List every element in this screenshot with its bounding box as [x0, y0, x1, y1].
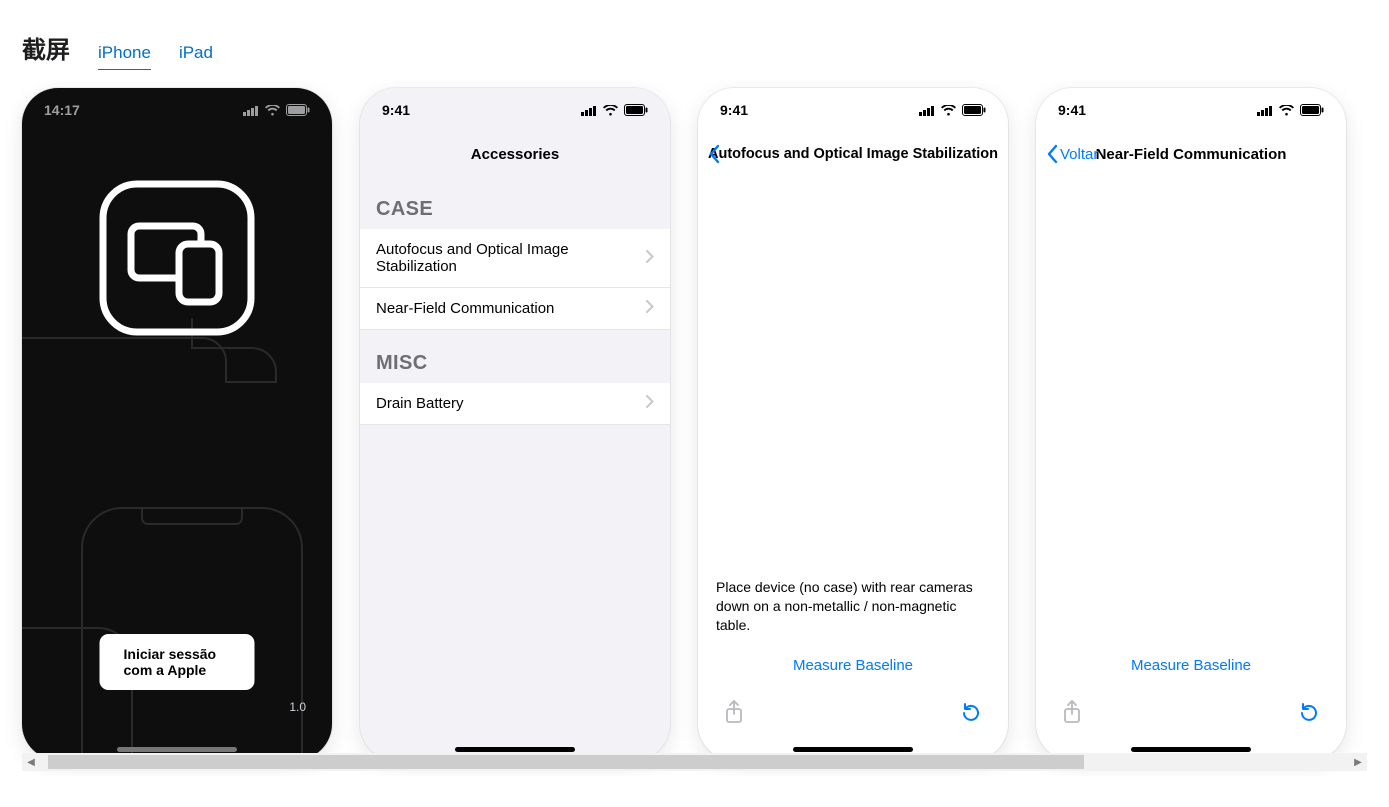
- wifi-icon: [1279, 105, 1294, 116]
- chevron-left-icon: [708, 144, 720, 164]
- scroll-left-cap[interactable]: ◀: [22, 753, 40, 771]
- screenshot-3[interactable]: 9:41 Autofocus and Optical Image Stabili…: [698, 88, 1008, 760]
- screenshot-4[interactable]: 9:41 Voltar Near-Field Communication Mea…: [1036, 88, 1346, 760]
- back-button[interactable]: [708, 144, 720, 164]
- nav-title: Near-Field Communication: [1096, 146, 1287, 163]
- share-icon: [1062, 700, 1082, 724]
- cell-autofocus-ois[interactable]: Autofocus and Optical Image Stabilizatio…: [360, 229, 670, 288]
- battery-icon: [962, 104, 986, 116]
- app-logo: [97, 178, 257, 338]
- cell-drain-battery[interactable]: Drain Battery: [360, 383, 670, 425]
- wifi-icon: [265, 105, 280, 116]
- toolbar: [1036, 690, 1346, 734]
- toolbar: [698, 690, 1008, 734]
- scrollbar-thumb[interactable]: [48, 755, 1084, 769]
- home-indicator: [455, 747, 575, 752]
- bottom-content: Place device (no case) with rear cameras…: [698, 578, 1008, 674]
- status-time: 9:41: [1058, 102, 1086, 118]
- screenshot-2[interactable]: 9:41 Accessories CASE Autofocus and Opti…: [360, 88, 670, 760]
- status-icons: [1257, 104, 1324, 116]
- wifi-icon: [603, 105, 618, 116]
- chevron-right-icon: [646, 300, 654, 317]
- battery-icon: [624, 104, 648, 116]
- signal-icon: [243, 105, 259, 116]
- nav-bar: Accessories: [360, 132, 670, 176]
- status-time: 9:41: [720, 102, 748, 118]
- sign-in-apple-button[interactable]: Iniciar sessão com a Apple: [100, 634, 255, 690]
- measure-baseline-button[interactable]: Measure Baseline: [1054, 657, 1328, 674]
- status-bar: 9:41: [698, 88, 1008, 132]
- share-button[interactable]: [724, 700, 744, 724]
- status-time: 14:17: [44, 102, 80, 118]
- signal-icon: [581, 105, 597, 116]
- refresh-button[interactable]: [1298, 701, 1320, 723]
- cell-label: Autofocus and Optical Image Stabilizatio…: [376, 241, 646, 275]
- nav-bar: Voltar Near-Field Communication: [1036, 132, 1346, 176]
- settings-list: CASE Autofocus and Optical Image Stabili…: [360, 176, 670, 760]
- scroll-right-cap[interactable]: ▶: [1349, 753, 1367, 771]
- back-button[interactable]: Voltar: [1046, 144, 1098, 164]
- cell-nfc[interactable]: Near-Field Communication: [360, 288, 670, 330]
- home-indicator: [1131, 747, 1251, 752]
- screenshot-gallery: 14:17: [22, 80, 1346, 764]
- chevron-right-icon: [646, 250, 654, 267]
- share-button[interactable]: [1062, 700, 1082, 724]
- cell-label: Drain Battery: [376, 395, 464, 412]
- app-version-label: 1.0: [289, 700, 306, 714]
- signal-icon: [1257, 105, 1273, 116]
- tab-ipad[interactable]: iPad: [179, 43, 213, 69]
- home-indicator: [793, 747, 913, 752]
- refresh-button[interactable]: [960, 701, 982, 723]
- nav-title: Accessories: [471, 146, 559, 163]
- battery-icon: [286, 104, 310, 116]
- tab-iphone[interactable]: iPhone: [98, 43, 151, 70]
- screenshot-gallery-scroll[interactable]: 14:17: [0, 80, 1389, 776]
- wifi-icon: [941, 105, 956, 116]
- status-bar: 9:41: [360, 88, 670, 132]
- share-icon: [724, 700, 744, 724]
- cell-label: Near-Field Communication: [376, 300, 554, 317]
- nav-title: Autofocus and Optical Image Stabilizatio…: [708, 146, 998, 162]
- screenshot-1[interactable]: 14:17: [22, 88, 332, 760]
- screenshots-header: 截屏 iPhone iPad: [0, 0, 1389, 80]
- refresh-icon: [1298, 701, 1320, 723]
- horizontal-scrollbar[interactable]: ◀ ▶: [22, 753, 1367, 771]
- home-indicator: [117, 747, 237, 752]
- bottom-content: Measure Baseline: [1036, 657, 1346, 674]
- battery-icon: [1300, 104, 1324, 116]
- nav-bar: Autofocus and Optical Image Stabilizatio…: [698, 132, 1008, 176]
- signal-icon: [919, 105, 935, 116]
- status-bar: 14:17: [22, 88, 332, 132]
- status-icons: [243, 104, 310, 116]
- group-header-misc: MISC: [360, 330, 670, 383]
- refresh-icon: [960, 701, 982, 723]
- instruction-text: Place device (no case) with rear cameras…: [716, 578, 990, 635]
- chevron-right-icon: [646, 395, 654, 412]
- sign-in-label: Iniciar sessão com a Apple: [124, 646, 237, 678]
- status-icons: [581, 104, 648, 116]
- status-time: 9:41: [382, 102, 410, 118]
- status-icons: [919, 104, 986, 116]
- chevron-left-icon: [1046, 144, 1058, 164]
- measure-baseline-button[interactable]: Measure Baseline: [716, 657, 990, 674]
- back-label: Voltar: [1060, 146, 1098, 163]
- status-bar: 9:41: [1036, 88, 1346, 132]
- group-header-case: CASE: [360, 176, 670, 229]
- screenshots-section-title: 截屏: [22, 30, 70, 65]
